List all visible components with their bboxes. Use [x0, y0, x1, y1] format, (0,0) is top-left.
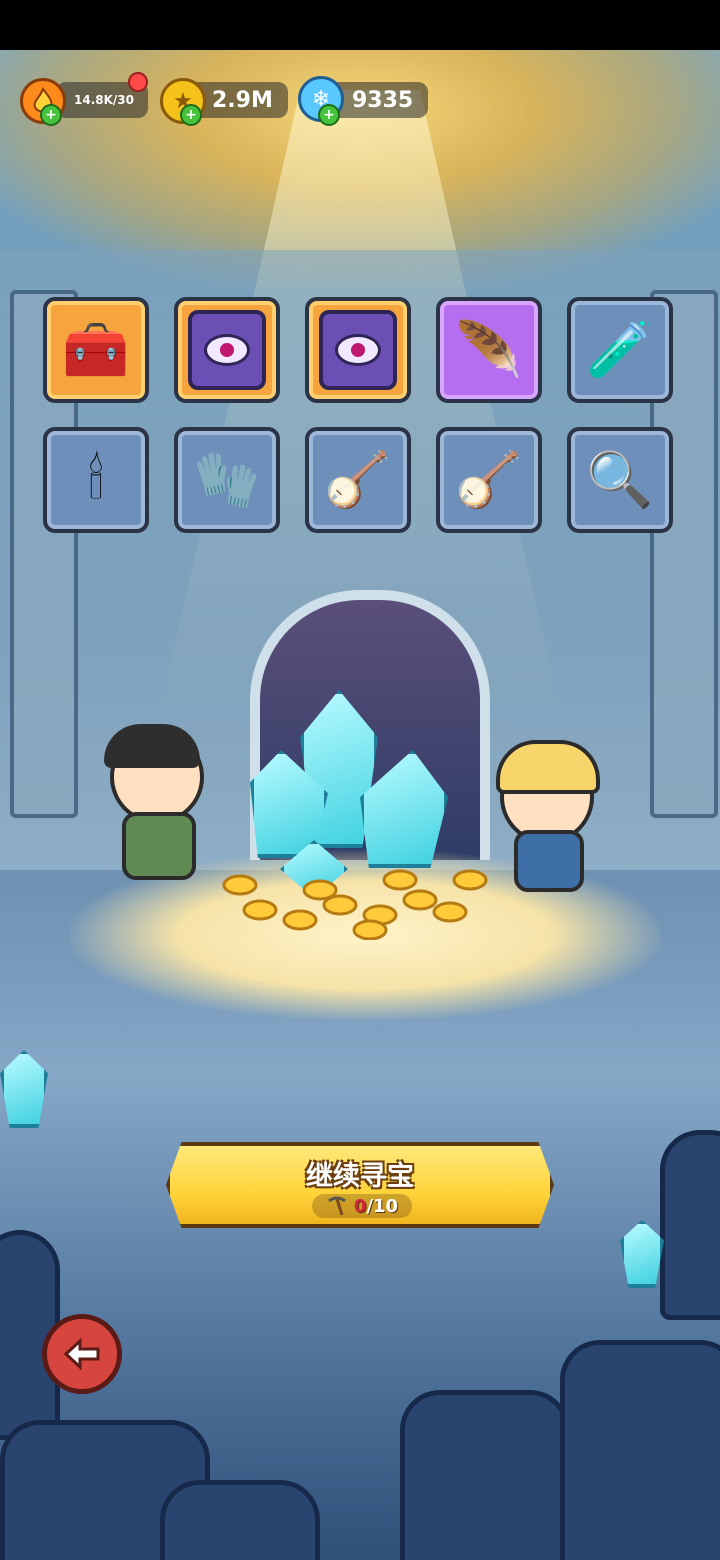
add-crystal-button[interactable]: +	[318, 104, 340, 126]
back-button[interactable]	[42, 1314, 122, 1394]
energy-value: 14.8K/30	[74, 93, 134, 107]
eye-tome-icon	[319, 310, 397, 390]
feather-icon: 🪶	[455, 318, 523, 381]
item-slot-treasure-chest[interactable]: 🧰	[43, 297, 149, 403]
item-slot-eye-tome[interactable]	[174, 297, 280, 403]
rock	[160, 1480, 320, 1560]
glove-icon: 🧤	[193, 448, 261, 511]
crystal-shard	[620, 1220, 664, 1288]
rock	[560, 1340, 720, 1560]
reward-items-grid: 🧰 🪶 🧪 🕯 🧤 🪕 🪕 🔍	[43, 297, 678, 537]
item-slot-eye-tome[interactable]	[305, 297, 411, 403]
item-slot-phoenix-feather[interactable]: 🪶	[436, 297, 542, 403]
pickaxe-icon	[328, 1196, 346, 1216]
magnifier-icon: 🔍	[586, 448, 654, 511]
button-label: 继续寻宝	[306, 1161, 414, 1192]
coin-pile	[222, 869, 488, 940]
continue-treasure-hunt-button[interactable]: 继续寻宝 0/10	[166, 1142, 554, 1228]
item-slot-glove[interactable]: 🧤	[174, 427, 280, 533]
item-slot-magnifier[interactable]: 🔍	[567, 427, 673, 533]
pickaxe-count: 0/10	[353, 1195, 399, 1217]
rock	[660, 1130, 720, 1320]
item-slot-lyre[interactable]: 🪕	[305, 427, 411, 533]
potion-icon: 🧪	[586, 318, 654, 381]
item-slot-candle[interactable]: 🕯	[43, 427, 149, 533]
crystal-value: 9335	[352, 87, 414, 113]
add-gold-button[interactable]: +	[180, 104, 202, 126]
pickaxe-counter: 0/10	[312, 1194, 412, 1218]
candle-icon: 🕯	[88, 448, 104, 511]
treasure-chest-icon: 🧰	[62, 318, 130, 381]
item-slot-lyre-crystal[interactable]: 🪕	[436, 427, 542, 533]
add-energy-button[interactable]: +	[40, 104, 62, 126]
lyre-icon: 🪕	[324, 448, 392, 511]
notification-pin-icon	[128, 72, 148, 92]
back-arrow-icon	[63, 1337, 100, 1371]
eye-tome-icon	[188, 310, 266, 390]
item-slot-potion[interactable]: 🧪	[567, 297, 673, 403]
gold-value: 2.9M	[212, 87, 273, 113]
lyre-icon: 🪕	[455, 448, 523, 511]
rock	[400, 1390, 570, 1560]
status-bar	[0, 0, 720, 50]
crystal-shard	[0, 1050, 48, 1128]
